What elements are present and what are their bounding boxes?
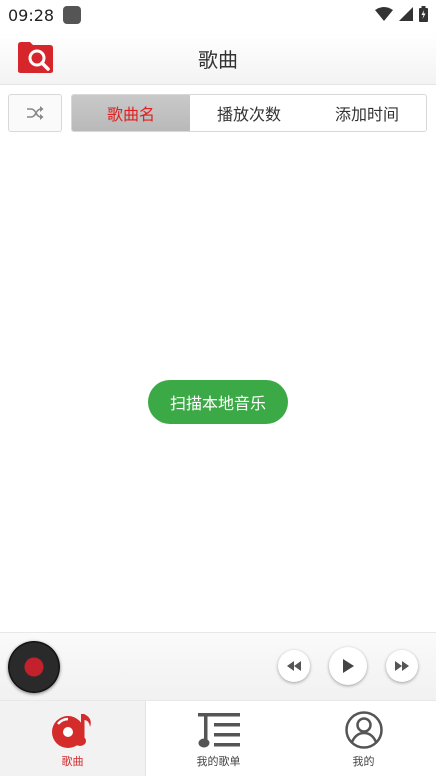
shuffle-icon (27, 106, 44, 120)
tab-my-playlists[interactable]: 我的歌单 (146, 701, 291, 776)
rewind-icon (287, 661, 301, 671)
battery-icon (419, 6, 428, 22)
wifi-icon (375, 7, 393, 21)
tab-me-label: 我的 (352, 755, 375, 768)
play-button[interactable] (329, 647, 367, 685)
next-button[interactable] (386, 650, 418, 682)
profile-icon (344, 709, 384, 751)
sort-by-date-added-tab[interactable]: 添加时间 (308, 95, 426, 131)
signal-icon (399, 7, 413, 21)
status-time: 09:28 (8, 6, 55, 25)
page-title: 歌曲 (198, 48, 238, 72)
scan-local-music-button[interactable]: 扫描本地音乐 (148, 380, 288, 424)
fast-forward-icon (395, 661, 409, 671)
tab-songs[interactable]: 歌曲 (0, 701, 146, 776)
previous-button[interactable] (278, 650, 310, 682)
sort-by-play-count-tab[interactable]: 播放次数 (190, 95, 308, 131)
bottom-tab-bar: 歌曲 我的歌单 我的 (0, 700, 436, 776)
tab-songs-label: 歌曲 (61, 755, 84, 768)
tab-me[interactable]: 我的 (291, 701, 436, 776)
play-icon (343, 659, 354, 673)
sort-bar: 歌曲名 播放次数 添加时间 (0, 92, 436, 132)
tab-my-playlists-label: 我的歌单 (196, 755, 241, 768)
playlist-icon (196, 709, 242, 751)
sort-by-name-tab[interactable]: 歌曲名 (72, 95, 190, 131)
app-notification-icon (63, 6, 81, 24)
mini-player (0, 632, 436, 701)
songs-icon (50, 709, 96, 751)
status-bar: 09:28 (0, 0, 436, 32)
app-header: 歌曲 (0, 32, 436, 85)
vinyl-disc-icon[interactable] (8, 641, 60, 693)
shuffle-button[interactable] (8, 94, 62, 132)
sort-segmented-control: 歌曲名 播放次数 添加时间 (71, 94, 427, 132)
status-icons (375, 6, 428, 22)
